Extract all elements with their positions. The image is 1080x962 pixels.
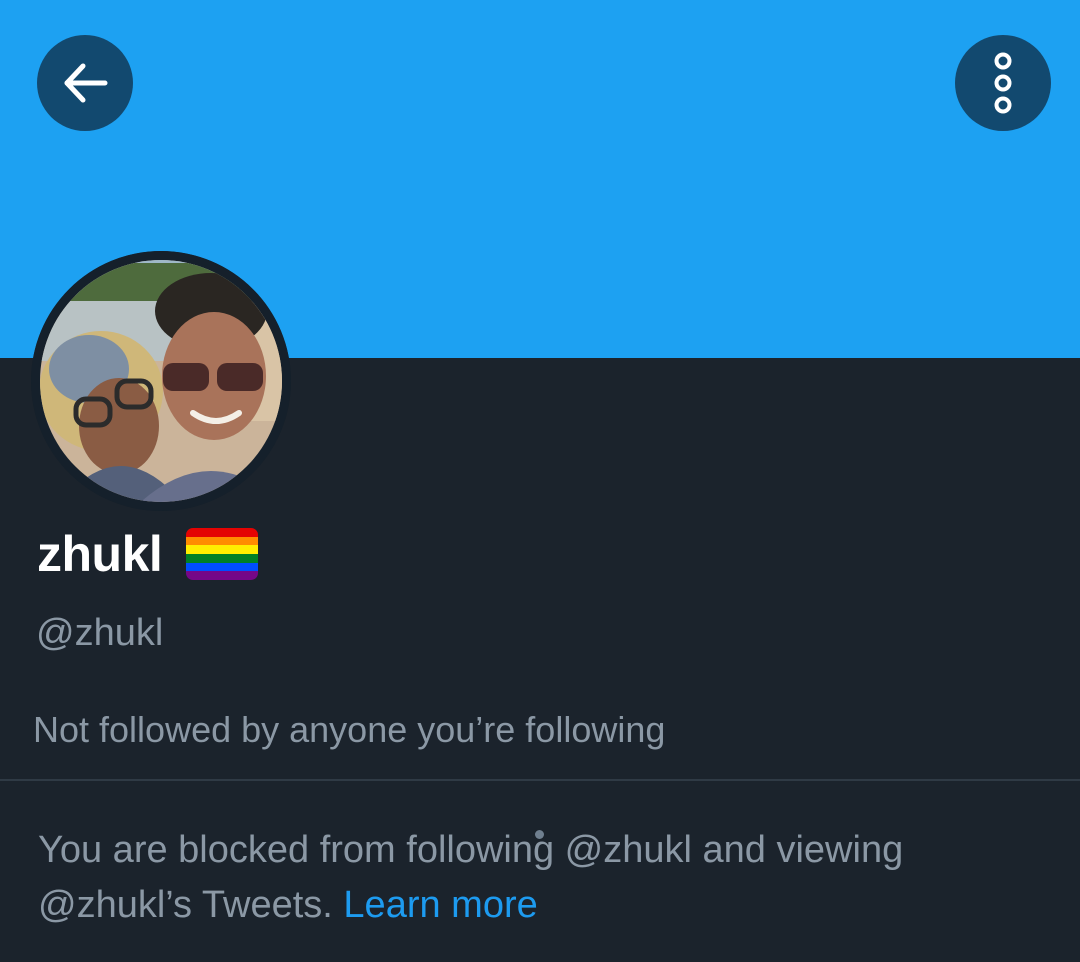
arrow-left-icon (64, 63, 108, 103)
display-name: zhukl (37, 526, 163, 582)
divider (0, 779, 1080, 781)
more-options-button[interactable] (955, 35, 1051, 131)
avatar[interactable] (31, 251, 291, 511)
display-name-row: zhukl (37, 522, 259, 586)
learn-more-link[interactable]: Learn more (343, 884, 537, 926)
handle: @zhukl (36, 612, 164, 654)
followers-you-know-note: Not followed by anyone you’re following (33, 709, 666, 750)
blocked-notice: You are blocked from following @zhukl an… (38, 823, 1048, 933)
rainbow-flag-icon (186, 528, 259, 580)
avatar-photo (31, 251, 291, 511)
scroll-indicator (535, 830, 544, 839)
back-button[interactable] (37, 35, 133, 131)
vertical-dots-icon (994, 52, 1012, 114)
